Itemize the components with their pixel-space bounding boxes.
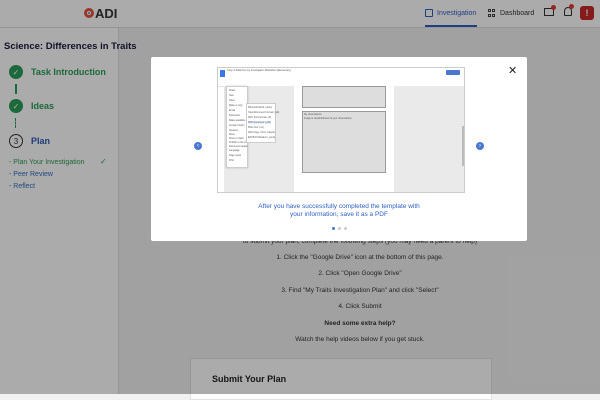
- doc-scrollbar: [462, 126, 464, 166]
- share-button: [446, 70, 460, 75]
- tutorial-screenshot: Copy of Data from my Investigation Works…: [217, 67, 465, 193]
- menu-item: Move: [229, 133, 235, 136]
- menu-item: Move to trash: [229, 137, 244, 140]
- doc-observation-box: My observations: Image or sketch/labeled…: [302, 111, 386, 173]
- menu-item: Share: [229, 89, 236, 92]
- help-modal: ✕ ‹ › Copy of Data from my Investigation…: [151, 57, 527, 241]
- submenu-item: OpenDocument Format (.odt): [248, 111, 280, 114]
- carousel-dot[interactable]: [344, 227, 347, 230]
- menu-item: Document details: [229, 145, 248, 148]
- menu-item: Version history: [229, 124, 245, 127]
- submenu-item: Microsoft Word (.docx): [248, 106, 272, 109]
- file-menu: Share New Open Make a copy Email Downloa…: [226, 86, 252, 168]
- menu-item: Make a copy: [229, 104, 243, 107]
- box-text-2: Image or sketch/labeled of your observat…: [304, 117, 352, 120]
- next-slide-button[interactable]: ›: [476, 142, 484, 150]
- submenu-item-highlighted: PDF Document (.pdf): [248, 121, 271, 124]
- menu-item: Language: [229, 149, 240, 152]
- carousel-dot-active[interactable]: [332, 227, 335, 230]
- caption-line-2: your information, save it as a PDF: [290, 211, 388, 218]
- menu-item: Open: [229, 99, 235, 102]
- submenu-item: Rich Text Format (.rtf): [248, 116, 272, 119]
- menu-item: Rename: [229, 129, 239, 132]
- menu-item: Page setup: [229, 154, 242, 157]
- close-button[interactable]: ✕: [508, 64, 517, 77]
- doc-image-box: [302, 86, 386, 108]
- download-submenu: Microsoft Word (.docx) OpenDocument Form…: [246, 103, 280, 143]
- prev-slide-button[interactable]: ‹: [194, 142, 202, 150]
- slide-caption: After you have successfully completed th…: [171, 203, 507, 219]
- caption-line-1: After you have successfully completed th…: [258, 203, 420, 210]
- submenu-item: EPUB Publication (.epub): [248, 136, 276, 139]
- submenu-item: Plain Text (.txt): [248, 126, 264, 129]
- docs-icon: [220, 70, 225, 77]
- menu-item: Print: [229, 159, 234, 162]
- box-text-1: My observations:: [304, 113, 323, 116]
- menu-item: Download: [229, 114, 240, 117]
- submenu-item: Web Page (.html, zipped): [248, 131, 275, 134]
- doc-title: Copy of Data from my Investigation Works…: [227, 69, 291, 72]
- doc-titlebar: Copy of Data from my Investigation Works…: [218, 68, 464, 87]
- carousel-dot[interactable]: [338, 227, 341, 230]
- menu-item: New: [229, 94, 234, 97]
- doc-page: My observations: Image or sketch/labeled…: [294, 86, 394, 192]
- carousel-dots: [332, 227, 347, 230]
- menu-item: Email: [229, 109, 235, 112]
